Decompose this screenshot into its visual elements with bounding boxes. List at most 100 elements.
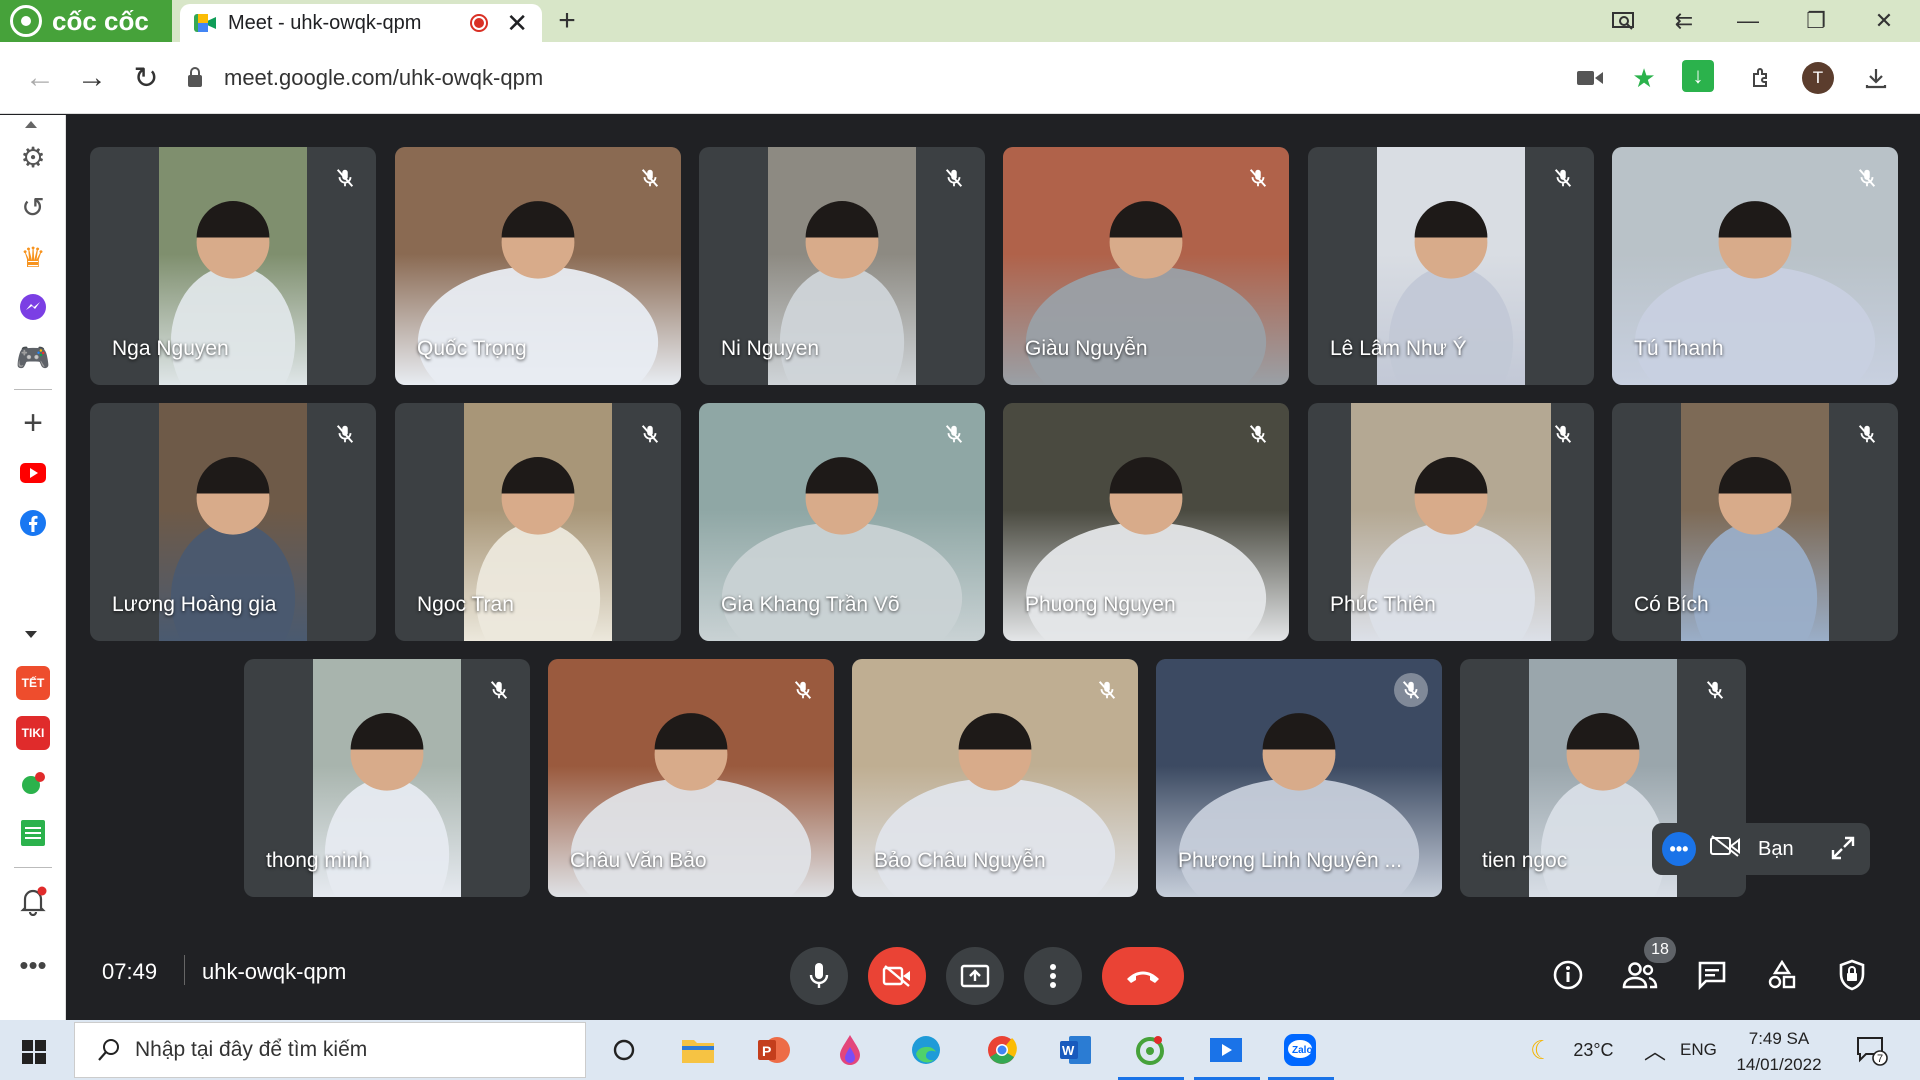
meeting-code: uhk-owqk-qpm bbox=[202, 959, 347, 984]
leave-call-button[interactable] bbox=[1102, 947, 1184, 1005]
present-screen-button[interactable] bbox=[946, 947, 1004, 1005]
messenger-icon[interactable] bbox=[13, 287, 53, 327]
svg-text:7: 7 bbox=[1877, 1053, 1883, 1065]
participant-name: Lương Hoàng gia bbox=[112, 593, 277, 616]
coccoc-logo-icon bbox=[10, 5, 42, 37]
participant-tile[interactable]: Có Bích bbox=[1612, 403, 1898, 641]
facebook-icon[interactable] bbox=[13, 503, 53, 543]
participant-tile[interactable]: Ni Nguyen bbox=[699, 147, 985, 385]
reload-button[interactable]: ↻ bbox=[124, 56, 168, 100]
brand-label: cốc cốc bbox=[52, 5, 149, 36]
url-field[interactable]: meet.google.com/uhk-owqk-qpm bbox=[188, 54, 1528, 102]
participants-button[interactable] bbox=[1618, 953, 1662, 997]
minimize-button[interactable]: — bbox=[1720, 0, 1776, 42]
profile-avatar[interactable]: T bbox=[1802, 62, 1834, 94]
cortana-icon[interactable] bbox=[602, 1028, 646, 1072]
restore-button[interactable]: ❐ bbox=[1788, 0, 1844, 42]
coccoc-taskbar-icon[interactable] bbox=[1128, 1028, 1172, 1072]
camera-icon[interactable] bbox=[1572, 60, 1608, 96]
crown-icon[interactable]: ♛ bbox=[13, 237, 53, 277]
participant-tile[interactable]: thong minh bbox=[244, 659, 530, 897]
youtube-icon[interactable] bbox=[13, 453, 53, 493]
extensions-icon[interactable] bbox=[1744, 60, 1780, 96]
participant-tile[interactable]: Nga Nguyen bbox=[90, 147, 376, 385]
downloads-icon[interactable] bbox=[1858, 60, 1894, 96]
tab-meet[interactable]: Meet - uhk-owqk-qpm ✕ bbox=[180, 4, 542, 42]
back-tab-icon[interactable]: ⇇ bbox=[1656, 0, 1712, 42]
microphone-button[interactable] bbox=[790, 947, 848, 1005]
mic-off-icon bbox=[482, 673, 516, 707]
media-player-icon[interactable] bbox=[1204, 1028, 1248, 1072]
more-icon[interactable]: ••• bbox=[13, 945, 53, 985]
shield-lock-icon bbox=[1839, 959, 1865, 991]
host-controls-button[interactable] bbox=[1830, 953, 1874, 997]
back-button[interactable]: ← bbox=[18, 56, 62, 100]
self-view-tile[interactable]: ••• Bạn bbox=[1652, 823, 1870, 875]
tab-close-icon[interactable]: ✕ bbox=[506, 8, 528, 39]
tray-chevron-icon[interactable]: ︿ bbox=[1644, 1020, 1666, 1080]
participant-tile[interactable]: Tú Thanh bbox=[1612, 147, 1898, 385]
word-icon[interactable]: W bbox=[1054, 1028, 1098, 1072]
participant-tile[interactable]: Phương Linh Nguyên ... bbox=[1156, 659, 1442, 897]
participant-tile[interactable]: Gia Khang Trần Võ bbox=[699, 403, 985, 641]
more-options-button[interactable] bbox=[1024, 947, 1082, 1005]
activities-button[interactable] bbox=[1760, 953, 1804, 997]
mic-off-icon bbox=[937, 161, 971, 195]
coccoc-download-icon[interactable]: ↓ bbox=[1682, 60, 1714, 92]
mic-off-icon bbox=[1241, 161, 1275, 195]
sidebar-scroll-up-icon[interactable] bbox=[25, 121, 37, 128]
add-shortcut-icon[interactable]: + bbox=[13, 403, 53, 443]
game-controller-icon[interactable]: 🎮 bbox=[13, 337, 53, 377]
notification-bell-icon[interactable] bbox=[13, 881, 53, 921]
map-pin-icon[interactable] bbox=[13, 763, 53, 803]
bookmark-star-icon[interactable]: ★ bbox=[1626, 60, 1662, 96]
weather-widget[interactable]: ☾ 23°C bbox=[1530, 1020, 1614, 1080]
paint-drop-icon[interactable] bbox=[828, 1028, 872, 1072]
action-center-icon[interactable]: 7 bbox=[1856, 1036, 1888, 1066]
chrome-icon[interactable] bbox=[980, 1028, 1024, 1072]
new-tab-button[interactable]: + bbox=[550, 2, 584, 40]
more-options-icon[interactable]: ••• bbox=[1662, 832, 1696, 866]
sidebar-scroll-down-icon[interactable] bbox=[25, 631, 37, 638]
participant-tile[interactable]: Phuong Nguyen bbox=[1003, 403, 1289, 641]
lock-icon bbox=[188, 67, 202, 87]
participant-tile[interactable]: Bảo Châu Nguyễn bbox=[852, 659, 1138, 897]
coccoc-brand[interactable]: cốc cốc bbox=[0, 0, 172, 42]
participant-tile[interactable]: Phúc Thiên bbox=[1308, 403, 1594, 641]
notes-icon[interactable] bbox=[13, 813, 53, 853]
participant-tile[interactable]: Lương Hoàng gia bbox=[90, 403, 376, 641]
participant-tile[interactable]: Quốc Trọng bbox=[395, 147, 681, 385]
tiki-tet-icon[interactable]: TIKI bbox=[13, 713, 53, 753]
participant-tile[interactable]: Ngoc Tran bbox=[395, 403, 681, 641]
history-icon[interactable]: ↺ bbox=[13, 187, 53, 227]
chat-button[interactable] bbox=[1690, 953, 1734, 997]
participant-name: Giàu Nguyễn bbox=[1025, 337, 1148, 360]
edge-icon[interactable] bbox=[904, 1028, 948, 1072]
windows-start-icon[interactable] bbox=[22, 1040, 46, 1064]
url-text: meet.google.com/uhk-owqk-qpm bbox=[224, 65, 544, 90]
settings-icon[interactable]: ⚙ bbox=[13, 137, 53, 177]
mic-off-icon bbox=[633, 161, 667, 195]
participant-tile[interactable]: Giàu Nguyễn bbox=[1003, 147, 1289, 385]
language-indicator[interactable]: ENG bbox=[1680, 1020, 1717, 1080]
powerpoint-icon[interactable]: P bbox=[752, 1028, 796, 1072]
taskbar-search-input[interactable]: Nhập tại đây để tìm kiếm bbox=[74, 1022, 586, 1078]
zalo-icon[interactable]: Zalo bbox=[1278, 1028, 1322, 1072]
file-explorer-icon[interactable] bbox=[676, 1028, 720, 1072]
camera-toggle-button[interactable] bbox=[868, 947, 926, 1005]
shopee-tet-icon[interactable]: TẾT bbox=[13, 663, 53, 703]
mic-off-icon bbox=[1698, 673, 1732, 707]
taskbar-clock[interactable]: 7:49 SA 14/01/2022 bbox=[1724, 1026, 1834, 1078]
expand-icon[interactable] bbox=[1830, 835, 1856, 867]
mic-off-icon bbox=[1090, 673, 1124, 707]
window-close-button[interactable]: ✕ bbox=[1856, 0, 1912, 42]
meeting-details-button[interactable] bbox=[1546, 953, 1590, 997]
search-tabs-icon[interactable] bbox=[1596, 0, 1652, 42]
vertical-dots-icon bbox=[1050, 964, 1056, 988]
participant-tile[interactable]: Châu Văn Bảo bbox=[548, 659, 834, 897]
mic-off-icon bbox=[328, 417, 362, 451]
participant-name: Ni Nguyen bbox=[721, 337, 820, 360]
participant-tile[interactable]: Lê Lâm Như Ý bbox=[1308, 147, 1594, 385]
forward-button[interactable]: → bbox=[70, 56, 114, 100]
mic-off-icon bbox=[1850, 417, 1884, 451]
